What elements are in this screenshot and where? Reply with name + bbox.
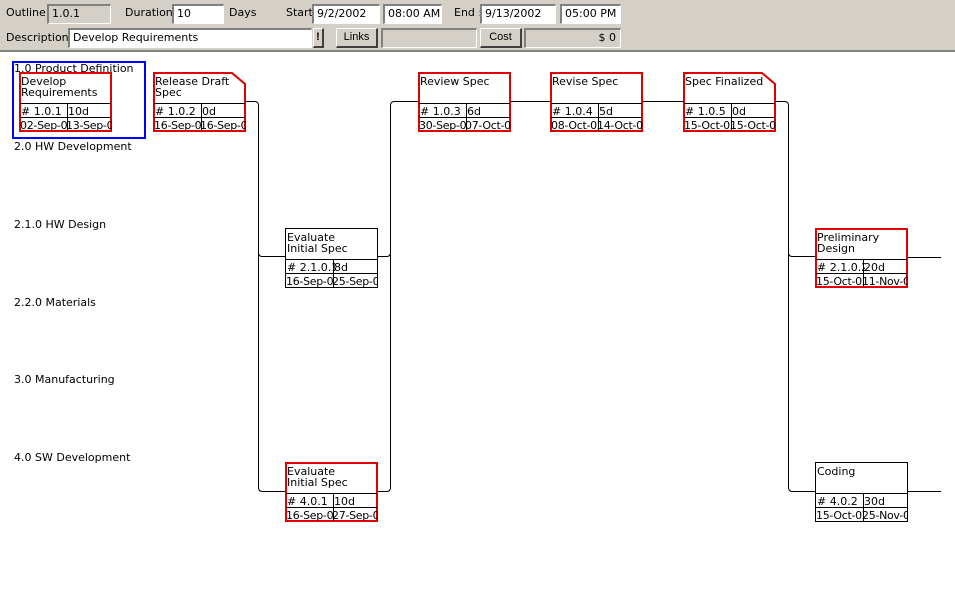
links-button[interactable]: Links [336, 28, 378, 48]
task-name: Coding [817, 465, 856, 478]
task-end-date: 25-Sep-02 [332, 275, 378, 288]
task-end-date: 07-Oct-02 [465, 119, 511, 132]
row-label-sw-development: 4.0 SW Development [14, 451, 131, 464]
task-start-date: 15-Oct-02 [816, 275, 864, 288]
dependency-line [245, 101, 286, 257]
task-start-date: 16-Sep-02 [286, 509, 334, 522]
task-box-preliminary-design[interactable]: Preliminary Design # 2.1.0.2 20d 15-Oct-02 1… [815, 228, 908, 288]
task-duration: 5d [599, 105, 613, 118]
task-outline-number: # 2.1.0.1 [287, 261, 335, 274]
task-end-date: 13-Sep-02 [66, 119, 112, 132]
cost-field: $ 0 [524, 28, 621, 48]
task-name: Evaluate Initial Spec [287, 465, 348, 489]
dependency-line [378, 105, 391, 492]
task-end-date: 11-Nov-02 [862, 275, 908, 288]
task-outline-number: # 4.0.2 [817, 495, 858, 508]
notes-button[interactable]: ! [313, 28, 324, 48]
dependency-line [788, 252, 816, 492]
task-duration: 10d [334, 495, 355, 508]
task-start-date: 16-Sep-02 [286, 275, 334, 288]
task-duration: 0d [732, 105, 746, 118]
task-box-release-draft-spec[interactable]: Release Draft Spec # 1.0.2 0d16-Sep-0216-S… [153, 72, 246, 132]
task-outline-number: # 1.0.5 [685, 105, 726, 118]
outline-label: Outline : [6, 6, 53, 19]
description-label: Description : [6, 31, 76, 44]
start-time-input[interactable]: 08:00 AM [383, 4, 442, 24]
task-name: Develop Requirements [21, 75, 98, 99]
task-outline-number: # 1.0.2 [155, 105, 196, 118]
task-duration: 6d [467, 105, 481, 118]
task-duration: 20d [864, 261, 885, 274]
end-time-input[interactable]: 05:00 PM [560, 4, 621, 24]
description-input[interactable]: Develop Requirements [68, 28, 312, 48]
task-duration: 30d [864, 495, 885, 508]
task-box-coding[interactable]: Coding # 4.0.2 30d15-Oct-0225-Nov-02 [815, 462, 908, 522]
task-end-date: 25-Nov-02 [862, 509, 908, 522]
task-start-date: 15-Oct-02 [684, 119, 732, 132]
dependency-line [378, 101, 418, 257]
task-outline-number: # 1.0.4 [552, 105, 593, 118]
days-unit-label: Days [229, 6, 257, 19]
task-outline-number: # 2.1.0.2 [817, 261, 865, 274]
task-start-date: 02-Sep-02 [20, 119, 68, 132]
task-name: Spec Finalized [685, 75, 764, 88]
task-duration: 0d [202, 105, 216, 118]
task-name: Review Spec [420, 75, 490, 88]
task-name: Evaluate Initial Spec [287, 231, 348, 255]
dependency-line [775, 101, 816, 257]
cost-button[interactable]: Cost [480, 28, 522, 48]
task-name: Revise Spec [552, 75, 619, 88]
duration-input[interactable]: 10 [172, 4, 224, 24]
task-start-date: 15-Oct-02 [816, 509, 864, 522]
row-label-manufacturing: 3.0 Manufacturing [14, 373, 115, 386]
task-duration: 10d [68, 105, 89, 118]
row-label-materials: 2.2.0 Materials [14, 296, 96, 309]
pert-chart-area[interactable]: 1.0 Product Definition 2.0 HW Developmen… [0, 52, 955, 615]
end-date-input[interactable]: 9/13/2002 [480, 4, 556, 24]
task-end-date: 16-Sep-02 [200, 119, 246, 132]
row-label-hw-design: 2.1.0 HW Design [14, 218, 107, 231]
task-box-develop-requirements[interactable]: Develop Requirements # 1.0.1 10d02-Sep-021… [19, 72, 112, 132]
task-end-date: 27-Sep-02 [332, 509, 378, 522]
task-info-toolbar: Outline : 1.0.1 Duration : 10 Days Start… [0, 0, 955, 52]
task-duration: 8d [334, 261, 348, 274]
task-box-evaluate-initial-spec-sw[interactable]: Evaluate Initial Spec # 4.0.1 10d 16-Sep-0 2… [285, 462, 378, 522]
task-start-date: 16-Sep-02 [154, 119, 202, 132]
task-outline-number: # 4.0.1 [287, 495, 328, 508]
task-box-revise-spec[interactable]: Revise Spec # 1.0.4 5d08-Oct-0214-Oct-02 [550, 72, 643, 132]
outline-field: 1.0.1 [47, 4, 111, 24]
task-box-spec-finalized[interactable]: Spec Finalized # 1.0.5 0d 15-Oct-02 15-Oct-0… [683, 72, 776, 132]
task-end-date: 14-Oct-02 [597, 119, 643, 132]
task-end-date: 15-Oct-02 [730, 119, 776, 132]
task-box-review-spec[interactable]: Review Spec # 1.0.3 6d30-Sep-0207-Oct-02 [418, 72, 511, 132]
task-box-evaluate-initial-spec-hw[interactable]: Evaluate Initial Spec # 2.1.0.1 8d 16-Sep-0… [285, 228, 378, 288]
task-name: Preliminary Design [817, 231, 880, 255]
task-name: Release Draft Spec [155, 75, 230, 99]
start-date-input[interactable]: 9/2/2002 [312, 4, 380, 24]
links-field [381, 28, 477, 48]
task-start-date: 08-Oct-02 [551, 119, 599, 132]
task-start-date: 30-Sep-02 [419, 119, 467, 132]
row-label-hw-development: 2.0 HW Development [14, 140, 132, 153]
dependency-line [258, 252, 286, 492]
end-label: End : [454, 6, 483, 19]
task-outline-number: # 1.0.3 [420, 105, 461, 118]
task-outline-number: # 1.0.1 [21, 105, 62, 118]
